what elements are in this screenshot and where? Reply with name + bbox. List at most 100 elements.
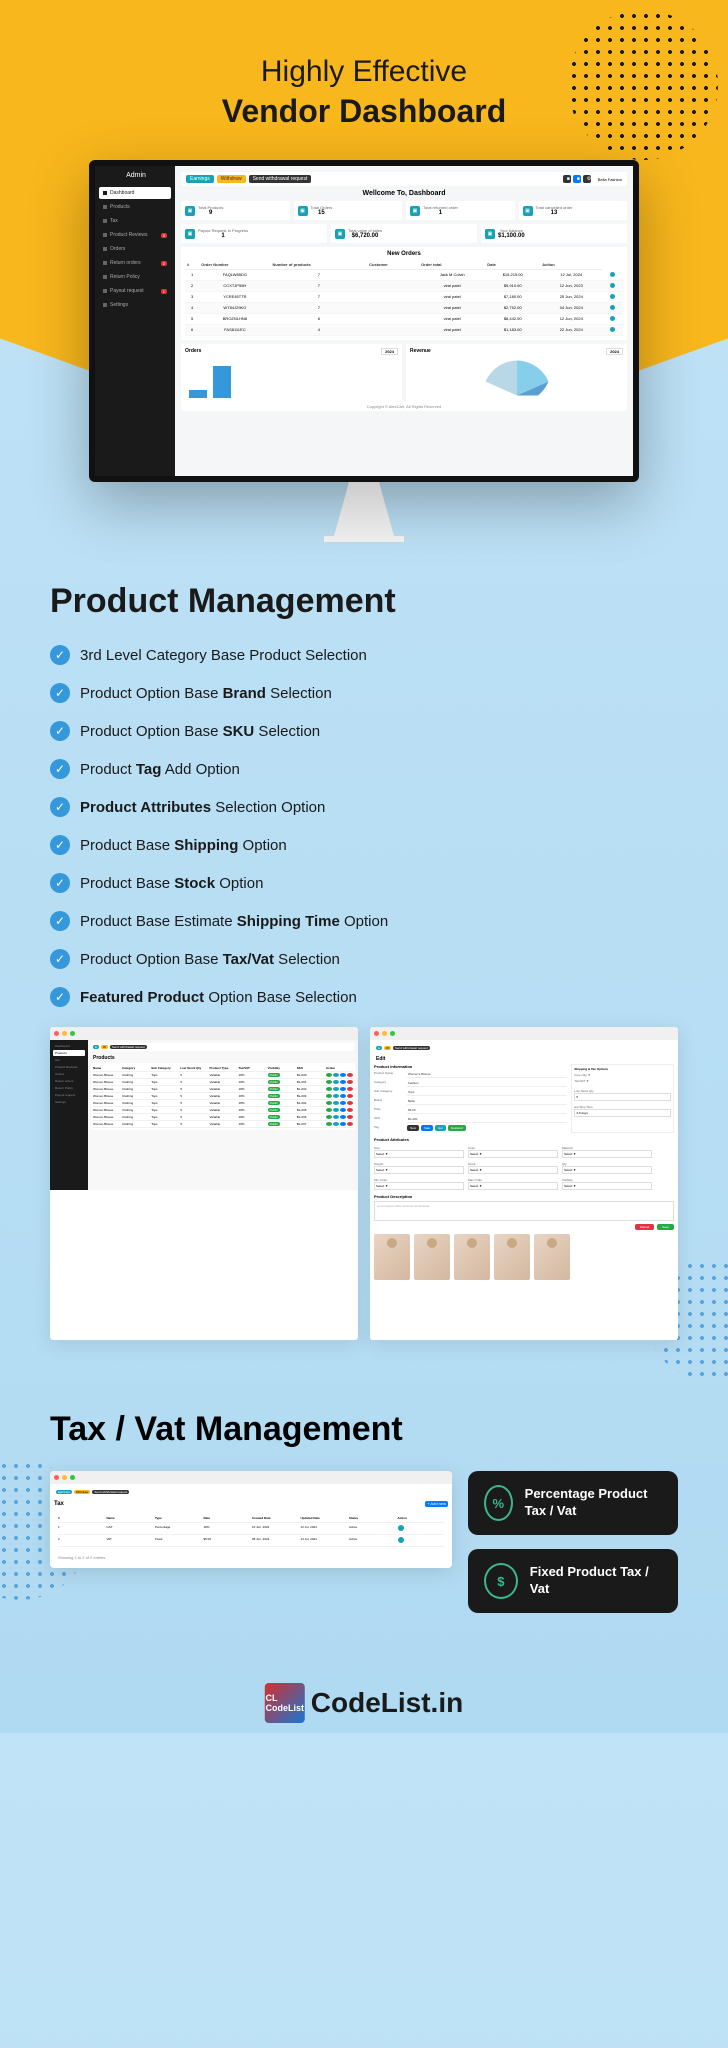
section-title: Product Management bbox=[50, 582, 678, 621]
withdraw-button[interactable]: Withdraw bbox=[217, 175, 246, 183]
feature-item: ✓Product Base Shipping Option bbox=[50, 835, 678, 855]
feature-item: ✓Product Base Estimate Shipping Time Opt… bbox=[50, 911, 678, 931]
stat-card: ▣Payout Request In Progress1 bbox=[181, 224, 327, 243]
new-orders-title: New Orders bbox=[185, 251, 623, 257]
view-icon[interactable] bbox=[610, 327, 615, 332]
view-icon[interactable] bbox=[610, 316, 615, 321]
monitor-stand bbox=[314, 482, 414, 542]
monitor-mockup: Admin Dashboard Products Tax Product Review… bbox=[89, 160, 639, 542]
products-screenshot: DashboardProductsTaxProduct ReviewsOrder… bbox=[50, 1027, 358, 1340]
hero-section: Highly Effective Vendor Dashboard Admin … bbox=[0, 0, 728, 542]
feature-item: ✓Product Base Stock Option bbox=[50, 873, 678, 893]
dashboard-sidebar: Admin Dashboard Products Tax Product Review… bbox=[95, 166, 175, 476]
stat-card: ▣Total value of sales$6,720.00 bbox=[331, 224, 477, 243]
icon-button[interactable]: ⚙ bbox=[583, 175, 591, 183]
sidebar-item[interactable]: Orders bbox=[99, 243, 171, 255]
feature-item: ✓Featured Product Option Base Selection bbox=[50, 987, 678, 1007]
sidebar-item[interactable]: Settings bbox=[99, 299, 171, 311]
feature-item: ✓3rd Level Category Base Product Selecti… bbox=[50, 645, 678, 665]
feature-item: ✓Product Option Base Tax/Vat Selection bbox=[50, 949, 678, 969]
sidebar-item[interactable]: Return orders2 bbox=[99, 257, 171, 269]
save-button[interactable]: Save bbox=[657, 1224, 674, 1230]
dashboard-topbar: Earnings Withdraw Send withdrawal reques… bbox=[181, 172, 627, 186]
stats-row-2: ▣Payout Request In Progress1▣Total value… bbox=[181, 224, 627, 243]
check-icon: ✓ bbox=[50, 797, 70, 817]
product-management-section: Product Management ✓3rd Level Category B… bbox=[0, 542, 728, 1380]
earnings-button[interactable]: Earnings bbox=[186, 175, 214, 183]
products-title: Products bbox=[91, 1053, 355, 1063]
sidebar-item[interactable]: Products bbox=[99, 201, 171, 213]
cancel-button[interactable]: Cancel bbox=[635, 1224, 654, 1230]
sidebar-brand: Admin bbox=[99, 172, 171, 179]
add-new-button[interactable]: + Add new bbox=[425, 1501, 448, 1507]
table-row: 1FAQLW85DG7Jack M Colvin$15,215.0012 Jul… bbox=[185, 270, 623, 281]
view-icon[interactable] bbox=[610, 272, 615, 277]
year-selector[interactable]: 2024 bbox=[381, 348, 398, 355]
check-icon: ✓ bbox=[50, 721, 70, 741]
product-thumbnail[interactable] bbox=[454, 1234, 490, 1280]
product-images bbox=[374, 1234, 674, 1280]
send-withdrawal-button[interactable]: Send withdrawal request bbox=[249, 175, 312, 183]
codelist-text: CodeList.in bbox=[311, 1687, 463, 1719]
codelist-logo-icon: CLCodeList bbox=[265, 1683, 305, 1723]
hero-subtitle: Highly Effective bbox=[0, 55, 728, 89]
sidebar-item[interactable]: Product Reviews3 bbox=[99, 229, 171, 241]
stat-card: ▣Total returned order1 bbox=[406, 201, 515, 220]
feature-list: ✓3rd Level Category Base Product Selecti… bbox=[50, 645, 678, 1007]
revenue-chart-card: Revenue 2024 bbox=[406, 344, 627, 402]
check-icon: ✓ bbox=[50, 911, 70, 931]
feature-item: ✓Product Tag Add Option bbox=[50, 759, 678, 779]
tax-feature-card: $Fixed Product Tax / Vat bbox=[468, 1549, 678, 1613]
check-icon: ✓ bbox=[50, 949, 70, 969]
edit-title: Edit bbox=[374, 1054, 674, 1064]
hero-title: Vendor Dashboard bbox=[0, 93, 728, 130]
feature-item: ✓Product Attributes Selection Option bbox=[50, 797, 678, 817]
tax-screenshot: EarningsWithdrawSend withdrawal request … bbox=[50, 1471, 452, 1568]
percent-icon: % bbox=[484, 1485, 513, 1521]
product-thumbnail[interactable] bbox=[494, 1234, 530, 1280]
view-icon[interactable] bbox=[610, 294, 615, 299]
icon-button[interactable]: ■ bbox=[563, 175, 571, 183]
view-icon[interactable] bbox=[610, 283, 615, 288]
sidebar-item[interactable]: Tax bbox=[99, 215, 171, 227]
table-row: 5BROZNLHN86viral patel$8,442.0012 Jun, 2… bbox=[185, 313, 623, 324]
feature-item: ✓Product Option Base Brand Selection bbox=[50, 683, 678, 703]
product-thumbnail[interactable] bbox=[414, 1234, 450, 1280]
revenue-pie-chart bbox=[482, 358, 552, 398]
new-orders-card: New Orders #Order NumberNumber of produc… bbox=[181, 247, 627, 340]
screenshots-row: DashboardProductsTaxProduct ReviewsOrder… bbox=[50, 1027, 678, 1340]
revenue-chart-title: Revenue bbox=[410, 348, 431, 355]
tax-feature-cards: %Percentage Product Tax / Vat$Fixed Prod… bbox=[468, 1471, 678, 1613]
feature-item: ✓Product Option Base SKU Selection bbox=[50, 721, 678, 741]
sidebar-item[interactable]: Dashboard bbox=[99, 187, 171, 199]
check-icon: ✓ bbox=[50, 873, 70, 893]
section-title: Tax / Vat Management bbox=[50, 1410, 678, 1449]
stat-card: ▣Total Products9 bbox=[181, 201, 290, 220]
icon-button[interactable]: ■ bbox=[573, 175, 581, 183]
check-icon: ✓ bbox=[50, 645, 70, 665]
welcome-text: Wellcome To, Dashboard bbox=[181, 190, 627, 197]
dashboard-main: Earnings Withdraw Send withdrawal reques… bbox=[175, 166, 633, 476]
check-icon: ✓ bbox=[50, 759, 70, 779]
stats-row-1: ▣Total Products9▣Total Orders15▣Total re… bbox=[181, 201, 627, 220]
product-thumbnail[interactable] bbox=[374, 1234, 410, 1280]
product-thumbnail[interactable] bbox=[534, 1234, 570, 1280]
orders-chart-card: Orders 2024 bbox=[181, 344, 402, 402]
year-selector[interactable]: 2024 bbox=[606, 348, 623, 355]
dollar-icon: $ bbox=[484, 1563, 518, 1599]
user-name[interactable]: Bella Fashion bbox=[598, 177, 622, 182]
check-icon: ✓ bbox=[50, 683, 70, 703]
tax-section: Tax / Vat Management EarningsWithdrawSen… bbox=[0, 1380, 728, 1733]
view-icon[interactable] bbox=[610, 305, 615, 310]
stat-card: ▣Total cancelled order13 bbox=[519, 201, 628, 220]
sidebar-item[interactable]: Payout request1 bbox=[99, 285, 171, 297]
table-row: 3YCRE45TTR7viral patel$7,180.0025 Jun, 2… bbox=[185, 291, 623, 302]
orders-table: #Order NumberNumber of productsCustomerO… bbox=[185, 260, 623, 336]
check-icon: ✓ bbox=[50, 987, 70, 1007]
table-row: 6FAS8111EC4viral patel$1,183.0022 Jun, 2… bbox=[185, 324, 623, 335]
sidebar-item[interactable]: Return Policy bbox=[99, 271, 171, 283]
orders-bar-chart bbox=[185, 358, 398, 398]
orders-chart-title: Orders bbox=[185, 348, 201, 355]
table-row: 4WT84J29KG7viral patel$2,752.0004 Jun, 2… bbox=[185, 302, 623, 313]
edit-product-screenshot: EWSend withdrawal request Edit Product I… bbox=[370, 1027, 678, 1340]
